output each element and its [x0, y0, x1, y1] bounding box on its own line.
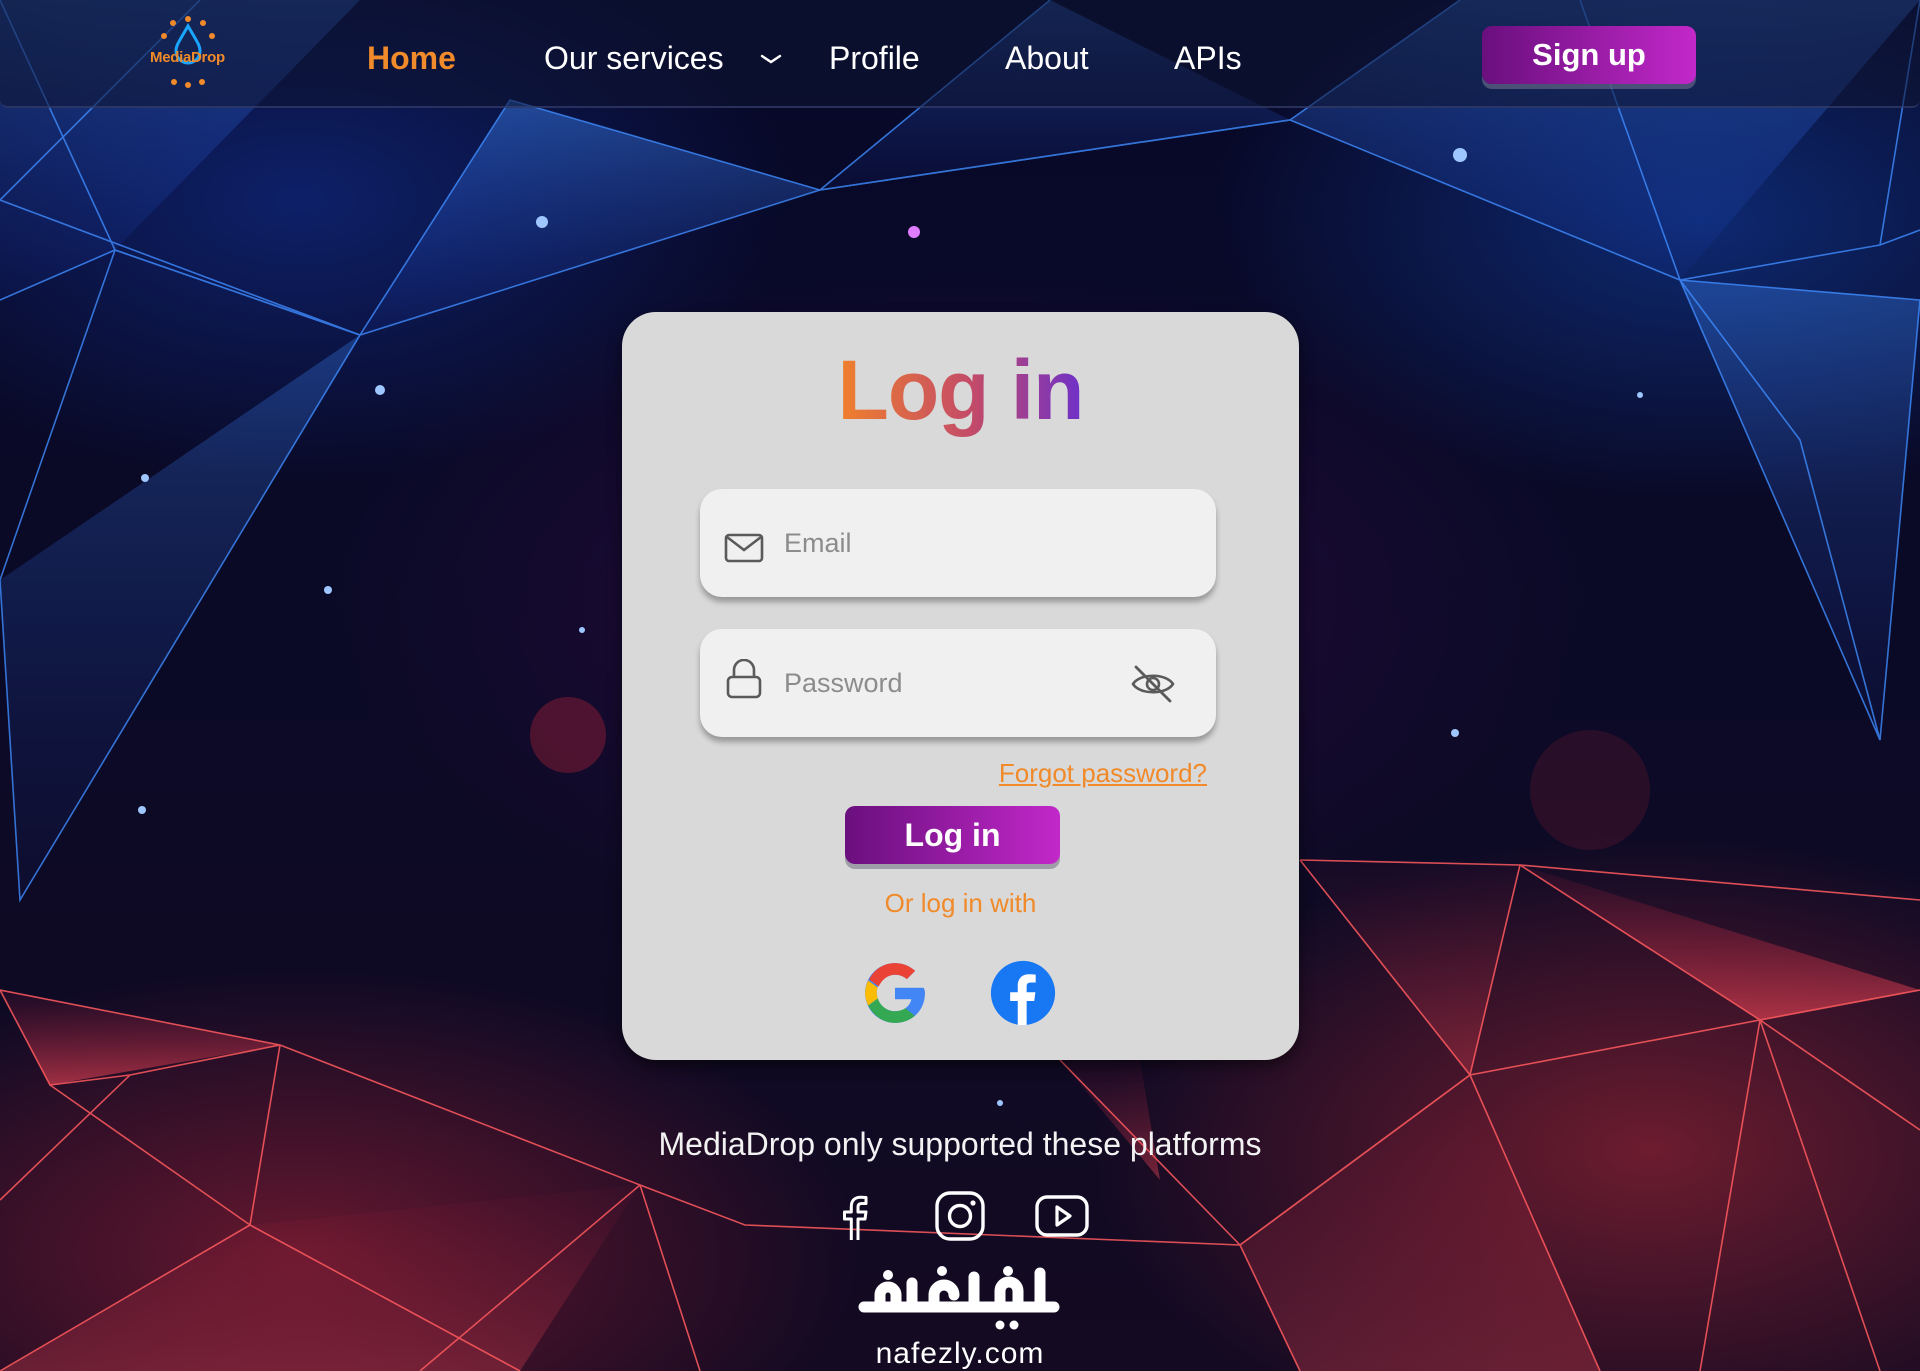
- watermark-logo: [858, 1266, 1060, 1330]
- mail-icon: [724, 533, 764, 563]
- supported-platforms-text: MediaDrop only supported these platforms: [658, 1126, 1262, 1162]
- mediadrop-logo[interactable]: MediaDrop: [140, 12, 240, 92]
- watermark-url: nafezly.com: [875, 1337, 1045, 1370]
- nav-home[interactable]: Home: [367, 40, 456, 77]
- nav-about[interactable]: About: [1005, 40, 1089, 77]
- chevron-down-icon[interactable]: [760, 48, 782, 70]
- nafezly-watermark: nafezly.com: [850, 1255, 1070, 1371]
- login-card: Log in Forgot password? Log in Or log in…: [622, 312, 1299, 1060]
- password-input[interactable]: [784, 655, 1124, 711]
- logo-text: MediaDrop: [150, 49, 225, 66]
- top-navbar: MediaDrop Home Our services Profile Abou…: [0, 0, 1920, 108]
- login-button[interactable]: Log in: [845, 806, 1060, 864]
- or-login-with-text: Or log in with: [884, 888, 1037, 918]
- password-field[interactable]: [700, 629, 1216, 737]
- instagram-icon[interactable]: [932, 1188, 988, 1244]
- facebook-icon[interactable]: [828, 1188, 884, 1244]
- forgot-password-link[interactable]: Forgot password?: [999, 758, 1207, 789]
- nav-apis[interactable]: APIs: [1174, 40, 1242, 77]
- lock-icon: [726, 659, 762, 699]
- email-field[interactable]: [700, 489, 1216, 597]
- eye-off-icon[interactable]: [1130, 661, 1176, 707]
- google-icon[interactable]: [860, 958, 930, 1028]
- youtube-icon[interactable]: [1034, 1188, 1090, 1244]
- nav-our-services[interactable]: Our services: [544, 40, 724, 77]
- email-input[interactable]: [784, 515, 1124, 571]
- login-title: Log in: [622, 342, 1299, 439]
- facebook-icon[interactable]: [988, 958, 1058, 1028]
- nav-profile[interactable]: Profile: [829, 40, 920, 77]
- signup-button[interactable]: Sign up: [1482, 26, 1696, 84]
